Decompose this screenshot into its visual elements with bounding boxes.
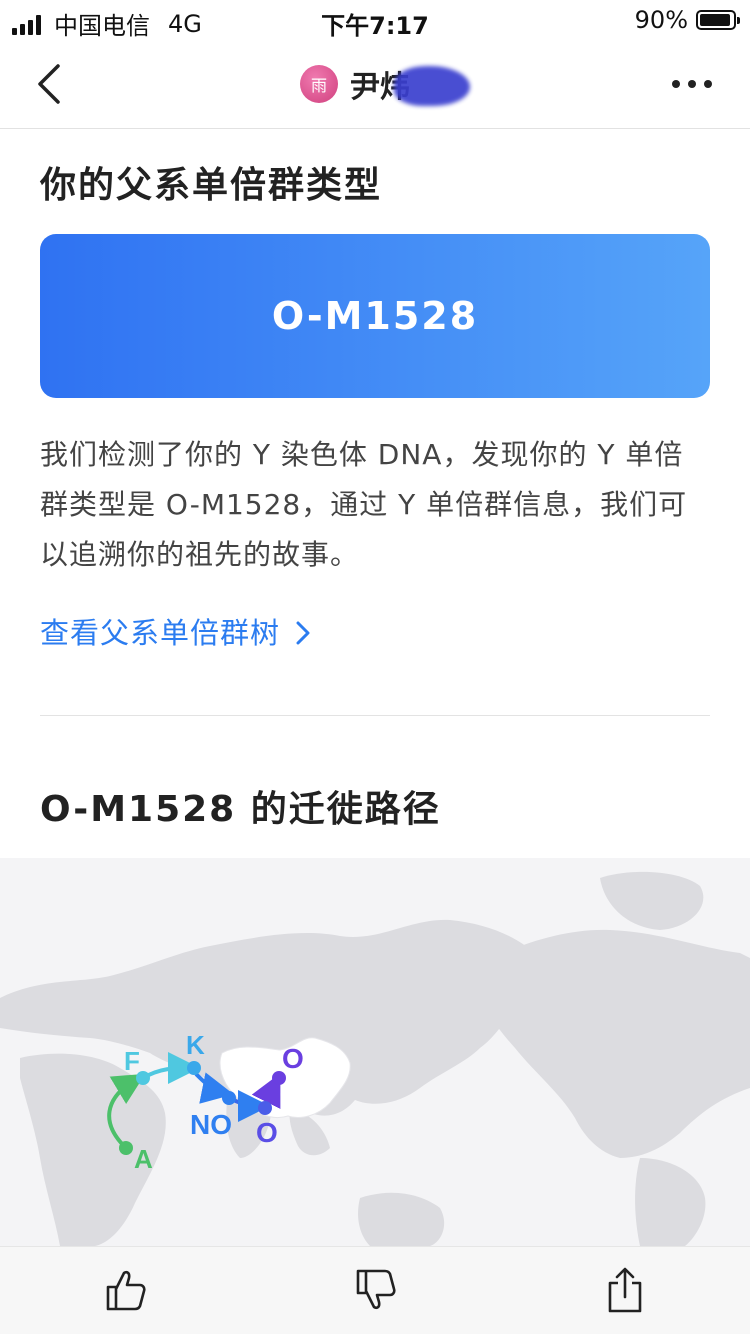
label-f: F: [124, 1046, 140, 1076]
migration-map: A F K NO O O: [0, 858, 750, 1246]
section-divider: [40, 715, 710, 716]
chevron-right-icon: [296, 621, 310, 645]
avatar: 雨: [300, 65, 338, 103]
haplogroup-description: 我们检测了你的 Y 染色体 DNA，发现你的 Y 单倍群类型是 O-M1528，…: [40, 438, 688, 571]
chevron-left-icon: [38, 64, 60, 104]
more-dots-icon: [672, 80, 680, 88]
point-o-south: [258, 1101, 272, 1115]
label-a: A: [134, 1144, 153, 1174]
migration-path-title: O-M1528 的迁徙路径: [40, 789, 441, 830]
south-america-landmass: [635, 1158, 706, 1246]
bottom-toolbar: [0, 1246, 750, 1334]
point-k: [187, 1061, 201, 1075]
share-button[interactable]: [600, 1265, 650, 1315]
back-button[interactable]: [34, 62, 74, 106]
thumbs-down-icon: [356, 1269, 396, 1310]
label-no: NO: [190, 1109, 232, 1140]
haplogroup-card: O-M1528: [40, 234, 710, 398]
nav-bar: 雨 尹炜: [0, 40, 750, 129]
like-button[interactable]: [100, 1265, 150, 1315]
status-bar: 中国电信 4G 下午7:17 90%: [0, 0, 750, 40]
battery-icon: [696, 10, 740, 30]
more-button[interactable]: [672, 78, 712, 90]
label-k: K: [186, 1030, 205, 1060]
view-haplogroup-tree-link[interactable]: 查看父系单倍群树: [40, 610, 312, 652]
dislike-button[interactable]: [350, 1265, 400, 1315]
label-o-south: O: [256, 1117, 278, 1148]
greenland-landmass: [600, 871, 704, 930]
share-icon: [608, 1267, 642, 1313]
status-right: 90%: [634, 6, 740, 34]
paternal-haplogroup-title: 你的父系单倍群类型: [40, 165, 383, 206]
world-map: A F K NO O O: [0, 871, 750, 1246]
label-o-north: O: [282, 1043, 304, 1074]
battery-percent: 90%: [634, 6, 688, 34]
tree-link-label: 查看父系单倍群树: [40, 616, 281, 650]
thumbs-up-icon: [106, 1270, 146, 1311]
north-america-landmass: [470, 929, 750, 1158]
redaction-mark: [394, 66, 470, 106]
point-a: [119, 1141, 133, 1155]
australia-landmass: [358, 1192, 445, 1246]
continents: [0, 871, 750, 1246]
point-no: [222, 1091, 236, 1105]
haplogroup-value: O-M1528: [271, 294, 479, 338]
